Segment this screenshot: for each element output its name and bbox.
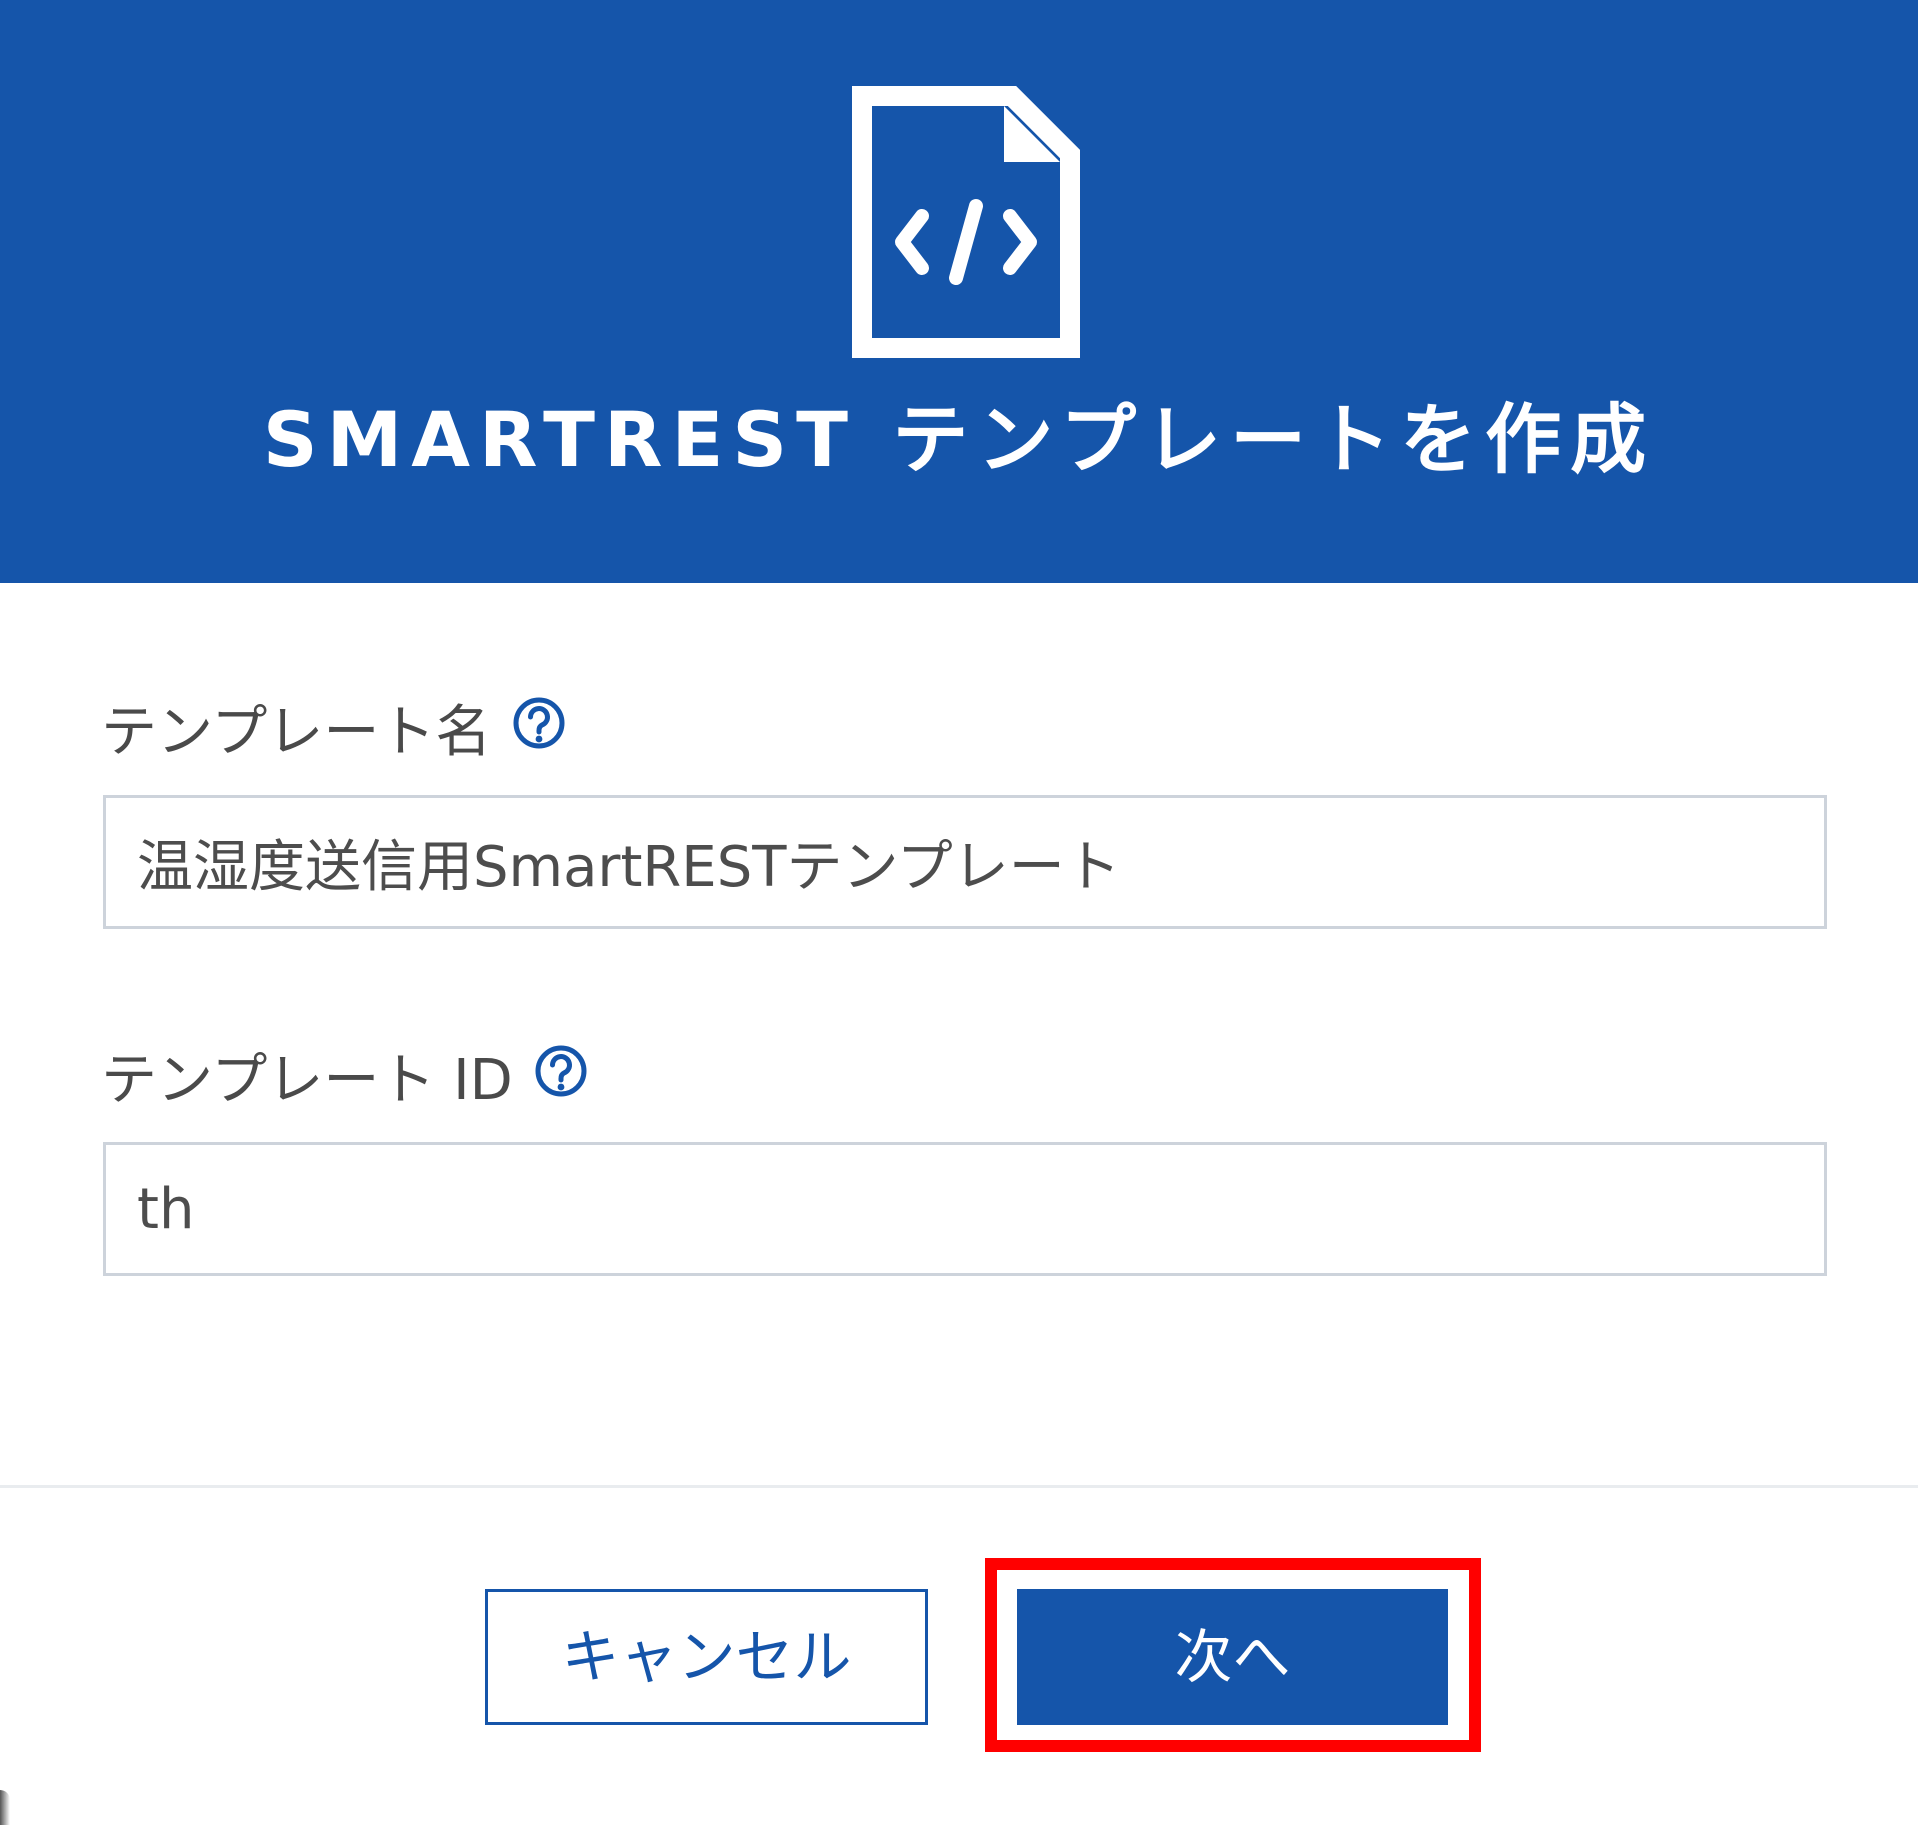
template-name-input[interactable]: [106, 798, 1824, 926]
template-id-input[interactable]: [106, 1145, 1824, 1273]
template-name-field[interactable]: [103, 795, 1827, 929]
question-circle-icon[interactable]: [511, 695, 567, 751]
question-circle-icon[interactable]: [533, 1043, 589, 1099]
next-button[interactable]: 次へ: [1017, 1589, 1448, 1725]
template-id-label-row: テンプレート ID: [101, 1038, 589, 1121]
window-corner-shadow: [0, 1790, 10, 1825]
code-file-icon: [852, 86, 1080, 358]
template-id-field[interactable]: [103, 1142, 1827, 1276]
dialog-header: SMARTREST テンプレートを作成: [0, 0, 1918, 583]
template-id-label: テンプレート ID: [101, 1047, 513, 1113]
template-name-label: テンプレート名: [101, 699, 492, 765]
template-name-label-row: テンプレート名: [101, 690, 567, 773]
dialog-title: SMARTREST テンプレートを作成: [262, 395, 1656, 484]
cancel-button[interactable]: キャンセル: [485, 1589, 928, 1725]
footer-divider: [0, 1485, 1918, 1488]
